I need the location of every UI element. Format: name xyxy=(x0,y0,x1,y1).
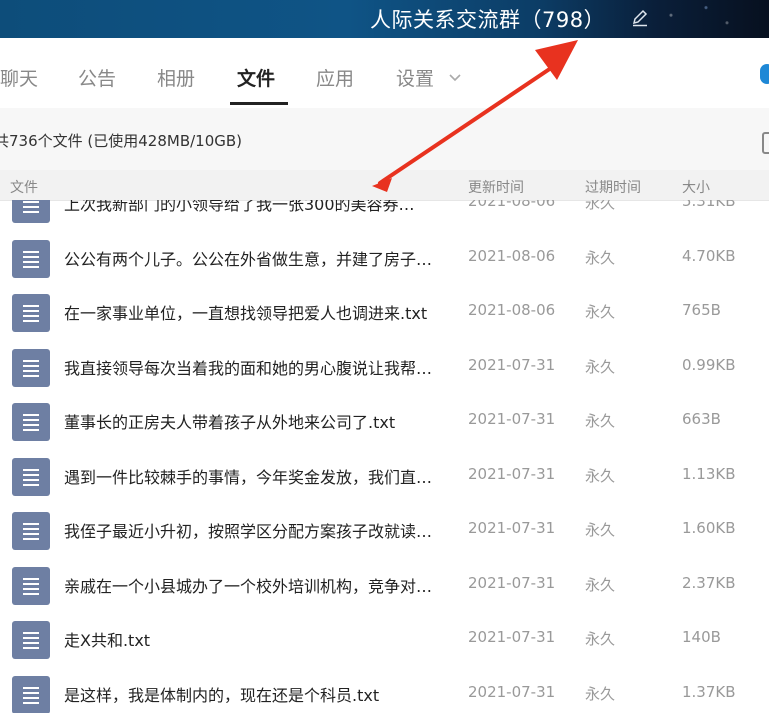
file-row[interactable]: 董事长的正房夫人带着孩子从外地来公司了.txt 2021-07-31 永久 663B xyxy=(0,391,769,446)
file-size: 2.37KB xyxy=(682,573,736,592)
column-updated[interactable]: 更新时间 xyxy=(468,177,524,197)
file-size: 0.99KB xyxy=(682,355,736,374)
file-name[interactable]: 走X共和.txt xyxy=(64,627,444,651)
group-header: 人际关系交流群（798） xyxy=(0,0,769,38)
file-size: 1.60KB xyxy=(682,519,736,537)
file-expiry: 永久 xyxy=(585,303,616,321)
file-updated-date: 2021-07-31 xyxy=(468,519,556,537)
file-updated-date: 2021-08-06 xyxy=(468,246,556,265)
text-file-icon xyxy=(12,512,50,550)
file-expiry: 永久 xyxy=(585,684,616,703)
file-row[interactable]: 是这样，我是体制内的，现在还是个科员.txt 2021-07-31 永久 1.37KB xyxy=(0,664,769,713)
chevron-down-icon[interactable] xyxy=(448,69,462,82)
column-expires[interactable]: 过期时间 xyxy=(585,177,641,197)
file-expiry: 永久 xyxy=(585,630,616,648)
file-name[interactable]: 亲戚在一个小县城办了一个校外培训机构，竞争对… xyxy=(64,573,444,597)
tab-chat[interactable]: 聊天 xyxy=(0,64,38,91)
file-row[interactable]: 上次我新部门的小领导给了我一张300的美容券… 2021-08-06 永久 5.31K… xyxy=(0,200,769,228)
group-title: 人际关系交流群（798） xyxy=(370,8,606,32)
file-list: 上次我新部门的小领导给了我一张300的美容券… 2021-08-06 永久 5.31K… xyxy=(0,200,769,713)
file-expiry: 永久 xyxy=(585,575,616,594)
file-expiry: 永久 xyxy=(585,521,616,539)
file-expiry: 永久 xyxy=(585,357,616,376)
tab-announcements[interactable]: 公告 xyxy=(78,64,116,91)
text-file-icon xyxy=(12,675,50,713)
tab-files[interactable]: 文件 xyxy=(237,64,275,91)
file-size: 765B xyxy=(682,301,721,319)
file-expiry: 永久 xyxy=(585,466,616,485)
file-name[interactable]: 董事长的正房夫人带着孩子从外地来公司了.txt xyxy=(64,409,444,433)
file-updated-date: 2021-08-06 xyxy=(468,301,556,319)
file-row[interactable]: 公公有两个儿子。公公在外省做生意，并建了房子… 2021-08-06 永久 4.70K… xyxy=(0,228,769,283)
file-name[interactable]: 公公有两个儿子。公公在外省做生意，并建了房子… xyxy=(64,246,444,270)
side-panel-handle[interactable] xyxy=(760,64,769,84)
file-row[interactable]: 我直接领导每次当着我的面和她的男心腹说让我帮… 2021-07-31 永久 0.99K… xyxy=(0,337,769,392)
text-file-icon xyxy=(12,403,50,441)
file-updated-date: 2021-07-31 xyxy=(468,464,556,483)
file-row[interactable]: 遇到一件比较棘手的事情，今年奖金发放，我们直… 2021-07-31 永久 1.13K… xyxy=(0,446,769,501)
file-updated-date: 2021-07-31 xyxy=(468,682,556,701)
file-size: 140B xyxy=(682,628,721,646)
file-name[interactable]: 是这样，我是体制内的，现在还是个科员.txt xyxy=(64,682,444,706)
file-row[interactable]: 我侄子最近小升初，按照学区分配方案孩子改就读… 2021-07-31 永久 1.60K… xyxy=(0,500,769,555)
file-row[interactable]: 亲戚在一个小县城办了一个校外培训机构，竞争对… 2021-07-31 永久 2.37K… xyxy=(0,555,769,610)
text-file-icon xyxy=(12,294,50,332)
file-updated-date: 2021-07-31 xyxy=(468,628,556,646)
file-updated-date: 2021-07-31 xyxy=(468,355,556,374)
text-file-icon xyxy=(12,457,50,496)
file-name[interactable]: 我直接领导每次当着我的面和她的男心腹说让我帮… xyxy=(64,355,444,379)
column-file[interactable]: 文件 xyxy=(10,177,38,197)
file-size: 5.31KB xyxy=(682,200,736,210)
file-list-header: 文件 更新时间 过期时间 大小 xyxy=(0,170,769,201)
file-name[interactable]: 上次我新部门的小领导给了我一张300的美容券… xyxy=(64,200,444,215)
file-name[interactable]: 我侄子最近小升初，按照学区分配方案孩子改就读… xyxy=(64,518,444,542)
file-size: 1.13KB xyxy=(682,464,736,483)
file-updated-date: 2021-07-31 xyxy=(468,573,556,592)
file-size: 1.37KB xyxy=(682,682,736,701)
file-expiry: 永久 xyxy=(585,248,616,267)
file-summary-bar: 共736个文件 (已使用428MB/10GB) xyxy=(0,108,769,170)
column-size[interactable]: 大小 xyxy=(682,177,710,197)
file-row[interactable]: 在一家事业单位，一直想找领导把爱人也调进来.txt 2021-08-06 永久 765… xyxy=(0,282,769,337)
text-file-icon xyxy=(12,200,50,223)
file-size: 4.70KB xyxy=(682,246,736,265)
file-row[interactable]: 走X共和.txt 2021-07-31 永久 140B xyxy=(0,609,769,664)
file-size: 663B xyxy=(682,410,721,428)
text-file-icon xyxy=(12,566,50,605)
file-name[interactable]: 在一家事业单位，一直想找领导把爱人也调进来.txt xyxy=(64,300,444,324)
file-updated-date: 2021-07-31 xyxy=(468,410,556,428)
file-updated-date: 2021-08-06 xyxy=(468,200,556,210)
text-file-icon xyxy=(12,348,50,387)
file-expiry: 永久 xyxy=(585,412,616,430)
active-tab-indicator xyxy=(230,102,288,105)
tab-album[interactable]: 相册 xyxy=(157,64,195,91)
text-file-icon xyxy=(12,621,50,659)
tab-bar: 聊天 公告 相册 文件 应用 设置 xyxy=(0,38,769,108)
text-file-icon xyxy=(12,239,50,278)
file-name[interactable]: 遇到一件比较棘手的事情，今年奖金发放，我们直… xyxy=(64,464,444,488)
file-count-summary: 共736个文件 (已使用428MB/10GB) xyxy=(0,132,243,150)
upload-button[interactable] xyxy=(762,132,769,154)
tab-settings[interactable]: 设置 xyxy=(396,64,434,91)
tab-apps[interactable]: 应用 xyxy=(316,64,354,91)
pencil-icon[interactable] xyxy=(630,8,650,28)
file-expiry: 永久 xyxy=(585,200,616,212)
